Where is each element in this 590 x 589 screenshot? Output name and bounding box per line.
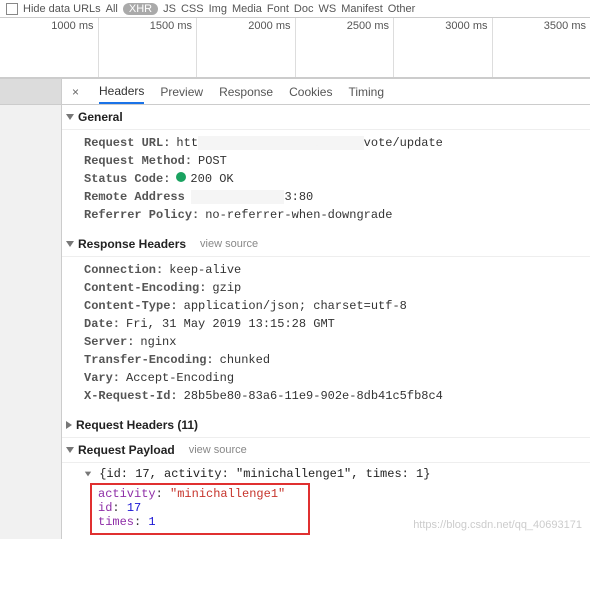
filter-media[interactable]: Media <box>232 3 262 15</box>
filter-css[interactable]: CSS <box>181 3 204 15</box>
filter-font[interactable]: Font <box>267 3 289 15</box>
header-value: 28b5be80-83a6-11e9-902e-8db41c5fb8c4 <box>184 389 443 403</box>
chevron-down-icon <box>66 114 74 120</box>
filter-doc[interactable]: Doc <box>294 3 314 15</box>
section-general-body: Request URL: https://xxx.xxxxxxx.xx/xx/v… <box>62 130 590 232</box>
status-dot-icon <box>176 172 186 182</box>
timeline[interactable]: 1000 ms 1500 ms 2000 ms 2500 ms 3000 ms … <box>0 18 590 78</box>
details-panel: × Headers Preview Response Cookies Timin… <box>62 78 590 539</box>
header-key: X-Request-Id: <box>84 389 178 403</box>
tab-headers[interactable]: Headers <box>99 79 144 104</box>
section-request-headers-header[interactable]: Request Headers (11) <box>62 413 590 438</box>
payload-row: activity: "minichallenge1" <box>98 487 302 501</box>
section-response-headers-header[interactable]: Response Headers view source <box>62 232 590 257</box>
watermark: https://blog.csdn.net/qq_40693171 <box>413 519 582 531</box>
timeline-tick: 3000 ms <box>445 20 487 32</box>
header-value: gzip <box>212 281 241 295</box>
request-url-label: Request URL: <box>84 136 170 150</box>
filter-js[interactable]: JS <box>163 3 176 15</box>
section-request-payload-header[interactable]: Request Payload view source <box>62 438 590 463</box>
header-value: Accept-Encoding <box>126 371 234 385</box>
view-source-link[interactable]: view source <box>200 238 258 250</box>
section-request-payload-title: Request Payload <box>78 443 175 457</box>
header-value: nginx <box>140 335 176 349</box>
header-key: Connection: <box>84 263 163 277</box>
filter-all[interactable]: All <box>106 3 118 15</box>
filter-img[interactable]: Img <box>209 3 227 15</box>
header-value: Fri, 31 May 2019 13:15:28 GMT <box>126 317 335 331</box>
filter-xhr[interactable]: XHR <box>123 3 158 15</box>
request-method-value: POST <box>198 154 227 168</box>
tab-response[interactable]: Response <box>219 80 273 104</box>
hide-data-urls-label: Hide data URLs <box>23 3 101 15</box>
timeline-tick: 3500 ms <box>544 20 586 32</box>
section-response-headers-body: Connection: keep-alive Content-Encoding: g… <box>62 257 590 413</box>
section-request-headers-title: Request Headers (11) <box>76 418 198 432</box>
filter-ws[interactable]: WS <box>318 3 336 15</box>
tab-cookies[interactable]: Cookies <box>289 80 332 104</box>
header-value: chunked <box>220 353 270 367</box>
filter-bar: Hide data URLs All XHR JS CSS Img Media … <box>0 0 590 18</box>
status-code-value: 200 OK <box>176 172 233 186</box>
referrer-policy-label: Referrer Policy: <box>84 208 199 222</box>
tab-timing[interactable]: Timing <box>348 80 384 104</box>
status-code-label: Status Code: <box>84 172 170 186</box>
section-general-header[interactable]: General <box>62 105 590 130</box>
timeline-tick: 2000 ms <box>248 20 290 32</box>
tab-preview[interactable]: Preview <box>160 80 203 104</box>
hide-data-urls-checkbox[interactable] <box>6 3 18 15</box>
payload-row: times: 1 <box>98 515 302 529</box>
referrer-policy-value: no-referrer-when-downgrade <box>205 208 392 222</box>
header-key: Server: <box>84 335 134 349</box>
chevron-right-icon <box>66 421 72 429</box>
header-value: application/json; charset=utf-8 <box>184 299 407 313</box>
timeline-tick: 1500 ms <box>150 20 192 32</box>
header-key: Vary: <box>84 371 120 385</box>
remote-address-value: : 11.111.11.13:80 <box>191 190 313 204</box>
filter-manifest[interactable]: Manifest <box>341 3 383 15</box>
payload-row: id: 17 <box>98 501 302 515</box>
chevron-down-icon <box>85 472 91 477</box>
panel-tabs: × Headers Preview Response Cookies Timin… <box>62 79 590 105</box>
remote-address-label: Remote Address <box>84 190 185 204</box>
section-general-title: General <box>78 110 123 124</box>
request-url-value: https://xxx.xxxxxxx.xx/xx/vote/update <box>176 136 442 150</box>
chevron-down-icon <box>66 447 74 453</box>
request-list-item-selected[interactable] <box>0 79 61 105</box>
header-key: Transfer-Encoding: <box>84 353 214 367</box>
request-list[interactable] <box>0 78 62 539</box>
close-icon[interactable]: × <box>68 85 83 99</box>
header-key: Content-Encoding: <box>84 281 206 295</box>
request-method-label: Request Method: <box>84 154 192 168</box>
payload-highlight-box: activity: "minichallenge1" id: 17 times:… <box>90 483 310 535</box>
view-source-link[interactable]: view source <box>189 444 247 456</box>
header-key: Date: <box>84 317 120 331</box>
chevron-down-icon <box>66 241 74 247</box>
payload-summary[interactable]: {id: 17, activity: "minichallenge1", tim… <box>84 467 590 481</box>
filter-other[interactable]: Other <box>388 3 416 15</box>
section-response-headers-title: Response Headers <box>78 237 186 251</box>
header-value: keep-alive <box>169 263 241 277</box>
header-key: Content-Type: <box>84 299 178 313</box>
timeline-tick: 1000 ms <box>51 20 93 32</box>
timeline-tick: 2500 ms <box>347 20 389 32</box>
